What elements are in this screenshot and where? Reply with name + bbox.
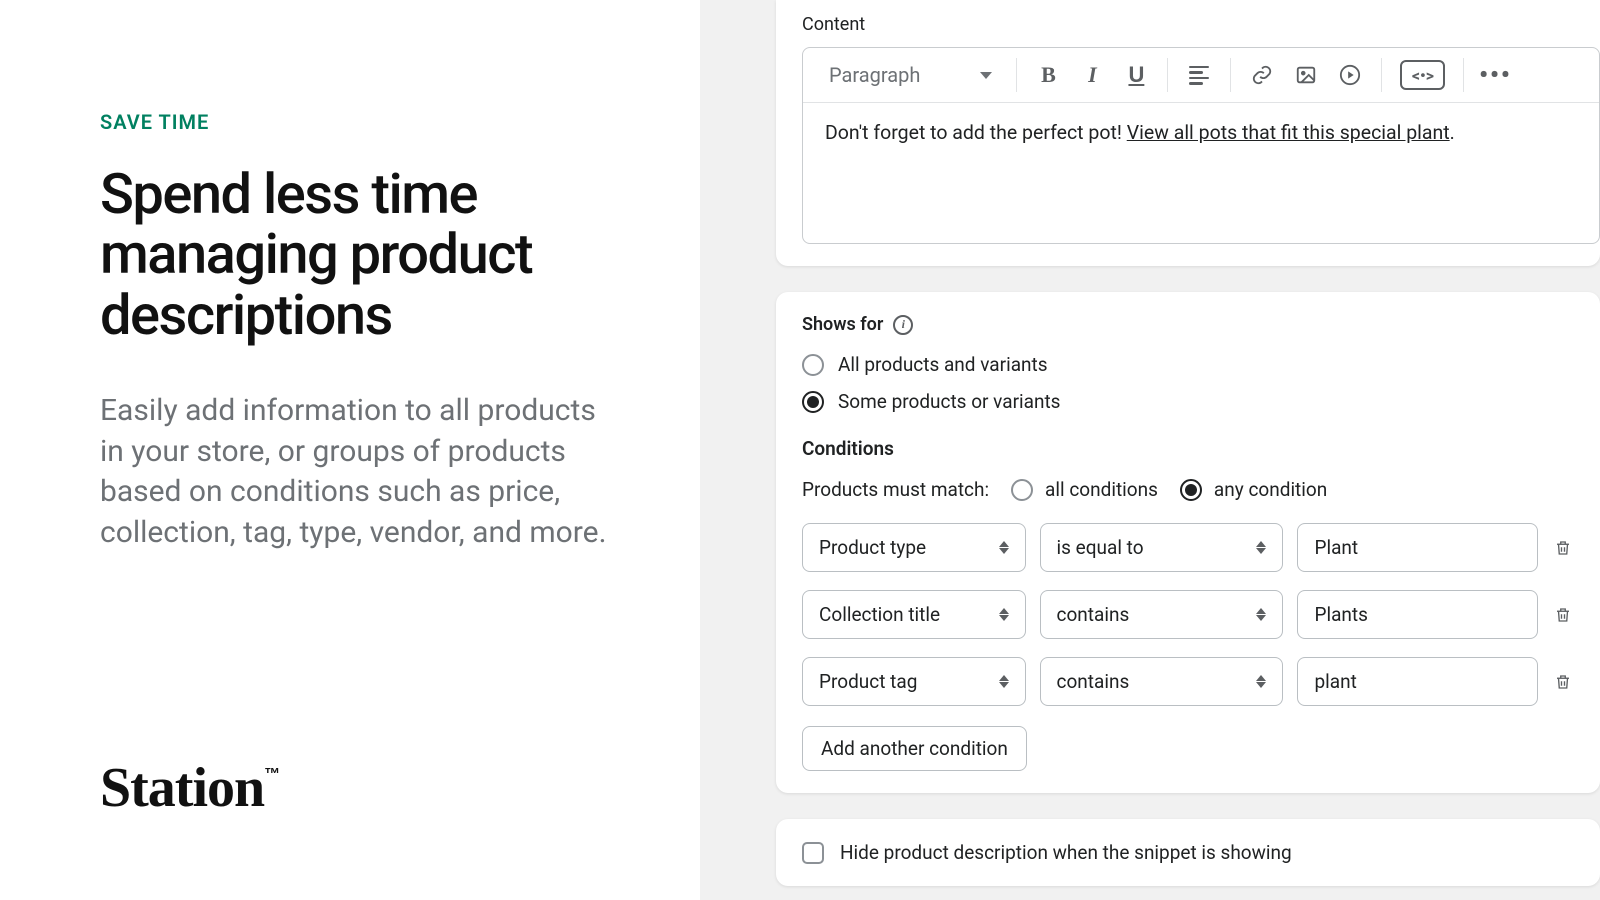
- checkbox-icon: [802, 842, 824, 864]
- toolbar-separator: [1230, 58, 1231, 92]
- more-button[interactable]: •••: [1482, 62, 1508, 88]
- toolbar-separator: [1016, 58, 1017, 92]
- app-preview-panel: Content Paragraph B I U: [700, 0, 1600, 900]
- shows-for-option-all[interactable]: All products and variants: [802, 353, 1574, 376]
- select-value: Collection title: [819, 603, 940, 626]
- radio-checked-icon: [802, 391, 824, 413]
- content-editor-card: Content Paragraph B I U: [776, 0, 1600, 266]
- select-stepper-icon: [1256, 608, 1266, 621]
- condition-row: Collection title contains Plants: [802, 590, 1574, 639]
- toolbar-separator: [1167, 58, 1168, 92]
- link-icon: [1251, 64, 1273, 86]
- align-left-icon: [1189, 66, 1209, 85]
- trash-icon: [1554, 538, 1572, 558]
- select-stepper-icon: [999, 541, 1009, 554]
- toolbar-separator: [1463, 58, 1464, 92]
- editor-link[interactable]: View all pots that fit this special plan…: [1127, 121, 1450, 144]
- rich-text-editor: Paragraph B I U: [802, 47, 1600, 244]
- content-label: Content: [802, 14, 1600, 35]
- eyebrow: SAVE TIME: [100, 110, 610, 134]
- match-option-any[interactable]: any condition: [1180, 478, 1327, 501]
- radio-label: any condition: [1214, 478, 1327, 501]
- select-value: is equal to: [1057, 536, 1144, 559]
- condition-field-select[interactable]: Product tag: [802, 657, 1026, 706]
- block-style-select[interactable]: Paragraph: [823, 59, 998, 91]
- image-button[interactable]: [1293, 62, 1319, 88]
- delete-condition-button[interactable]: [1552, 605, 1574, 625]
- video-button[interactable]: [1337, 62, 1363, 88]
- editor-toolbar: Paragraph B I U: [803, 48, 1599, 103]
- add-condition-button[interactable]: Add another condition: [802, 726, 1027, 771]
- shows-for-label: Shows for i: [802, 314, 1574, 335]
- link-button[interactable]: [1249, 62, 1275, 88]
- radio-checked-icon: [1180, 479, 1202, 501]
- toolbar-separator: [1381, 58, 1382, 92]
- station-logo: Station™: [100, 756, 279, 820]
- select-stepper-icon: [999, 608, 1009, 621]
- marketing-column: SAVE TIME Spend less time managing produ…: [0, 0, 700, 900]
- delete-condition-button[interactable]: [1552, 538, 1574, 558]
- select-value: Product tag: [819, 670, 917, 693]
- condition-value-input[interactable]: Plant: [1297, 523, 1537, 572]
- radio-label: All products and variants: [838, 353, 1048, 376]
- condition-field-select[interactable]: Product type: [802, 523, 1026, 572]
- select-stepper-icon: [999, 675, 1009, 688]
- hide-description-card: Hide product description when the snippe…: [776, 819, 1600, 886]
- editor-text: .: [1450, 121, 1455, 144]
- conditions-heading: Conditions: [802, 437, 1574, 460]
- underline-button[interactable]: U: [1123, 62, 1149, 88]
- italic-button[interactable]: I: [1079, 62, 1105, 88]
- input-value: plant: [1314, 670, 1356, 693]
- input-value: Plants: [1314, 603, 1367, 626]
- checkbox-label: Hide product description when the snippe…: [840, 841, 1292, 864]
- select-stepper-icon: [1256, 675, 1266, 688]
- info-icon[interactable]: i: [893, 315, 913, 335]
- condition-operator-select[interactable]: is equal to: [1040, 523, 1284, 572]
- block-style-label: Paragraph: [829, 63, 920, 87]
- shows-for-option-some[interactable]: Some products or variants: [802, 390, 1574, 413]
- play-circle-icon: [1339, 64, 1361, 86]
- radio-unchecked-icon: [802, 354, 824, 376]
- select-stepper-icon: [1256, 541, 1266, 554]
- condition-operator-select[interactable]: contains: [1040, 590, 1284, 639]
- condition-row: Product tag contains plant: [802, 657, 1574, 706]
- condition-value-input[interactable]: Plants: [1297, 590, 1537, 639]
- radio-label: all conditions: [1045, 478, 1158, 501]
- source-code-button[interactable]: <•>: [1400, 60, 1445, 90]
- trash-icon: [1554, 672, 1572, 692]
- radio-label: Some products or variants: [838, 390, 1061, 413]
- select-value: contains: [1057, 670, 1130, 693]
- condition-operator-select[interactable]: contains: [1040, 657, 1284, 706]
- input-value: Plant: [1314, 536, 1358, 559]
- match-option-all[interactable]: all conditions: [1011, 478, 1158, 501]
- condition-field-select[interactable]: Collection title: [802, 590, 1026, 639]
- editor-content[interactable]: Don't forget to add the perfect pot! Vie…: [803, 103, 1599, 243]
- conditions-card: Shows for i All products and variants So…: [776, 292, 1600, 793]
- match-mode-row: Products must match: all conditions any …: [802, 478, 1574, 501]
- align-button[interactable]: [1186, 62, 1212, 88]
- image-icon: [1295, 64, 1317, 86]
- select-value: Product type: [819, 536, 926, 559]
- hide-description-checkbox-row[interactable]: Hide product description when the snippe…: [802, 841, 1574, 864]
- select-value: contains: [1057, 603, 1130, 626]
- headline: Spend less time managing product descrip…: [100, 164, 610, 345]
- condition-value-input[interactable]: plant: [1297, 657, 1537, 706]
- delete-condition-button[interactable]: [1552, 672, 1574, 692]
- subcopy: Easily add information to all products i…: [100, 391, 610, 553]
- radio-unchecked-icon: [1011, 479, 1033, 501]
- bold-button[interactable]: B: [1035, 62, 1061, 88]
- condition-row: Product type is equal to Plant: [802, 523, 1574, 572]
- editor-text: Don't forget to add the perfect pot!: [825, 121, 1127, 144]
- trash-icon: [1554, 605, 1572, 625]
- chevron-down-icon: [980, 72, 992, 79]
- match-label: Products must match:: [802, 478, 989, 501]
- condition-rows: Product type is equal to Plant Collectio…: [802, 523, 1574, 706]
